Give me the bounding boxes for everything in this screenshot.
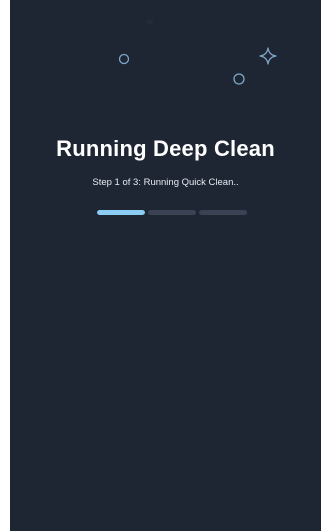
- progress-segment-2: [148, 210, 196, 215]
- step-progress-bar: [97, 210, 247, 215]
- page-title: Running Deep Clean: [56, 136, 275, 161]
- status-text: Step 1 of 3: Running Quick Clean..: [92, 177, 239, 188]
- sparkle-icon: [259, 47, 277, 65]
- progress-segment-3: [199, 210, 247, 215]
- circle-icon: [233, 73, 245, 85]
- progress-fill: [97, 210, 145, 215]
- progress-segment-1: [97, 210, 145, 215]
- circle-icon: [118, 53, 130, 65]
- camera-dot: [147, 19, 153, 25]
- deep-clean-screen: Running Deep Clean Step 1 of 3: Running …: [10, 0, 321, 531]
